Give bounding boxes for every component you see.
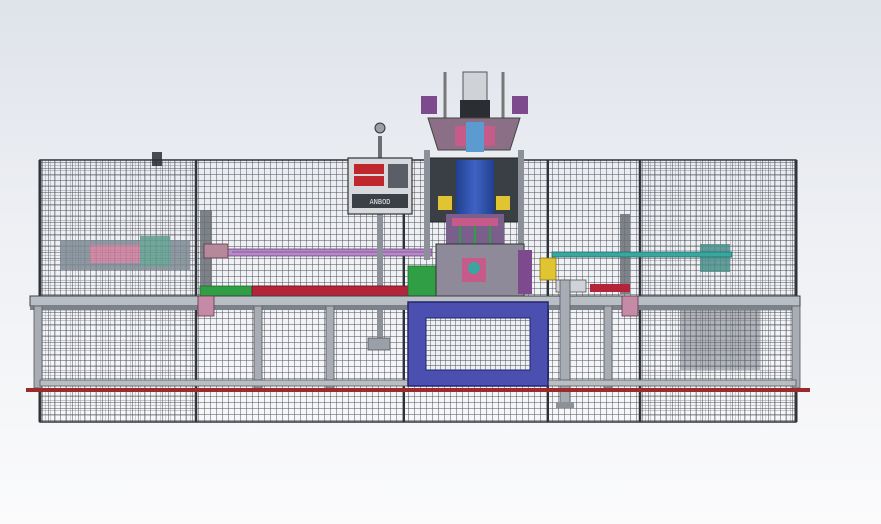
access-window-panel [407, 301, 549, 387]
machine-drawing: ANBOD [26, 71, 810, 423]
panel-brand-label: ANBOD [369, 198, 390, 206]
